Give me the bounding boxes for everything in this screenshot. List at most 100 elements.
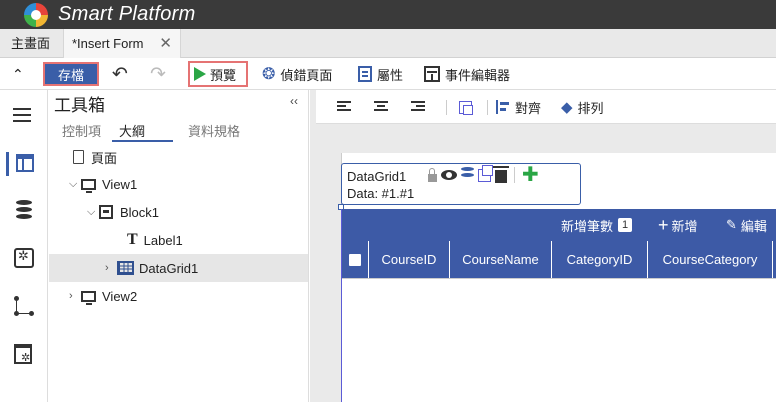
designer-toolbar: 對齊 ◆ 排列	[316, 90, 776, 124]
datagrid-header: 新增筆數 1 + 新增 ✎ 編輯	[342, 209, 776, 241]
plus-icon: +	[658, 214, 669, 235]
event-editor-button[interactable]: 事件編輯器	[424, 58, 510, 90]
play-icon	[194, 67, 206, 81]
preview-button[interactable]: 預覽	[188, 61, 248, 87]
datagrid-name: DataGrid1	[347, 169, 407, 184]
block-icon	[99, 205, 113, 219]
datagrid-body	[342, 278, 776, 402]
arrange-button[interactable]: ◆ 排列	[561, 90, 604, 124]
properties-icon	[358, 66, 372, 82]
app-title: Smart Platform	[58, 3, 196, 25]
workflow-icon[interactable]	[14, 296, 34, 316]
select-all-checkbox[interactable]	[342, 241, 369, 278]
add-count-badge[interactable]: 1	[618, 218, 633, 232]
copy-icon[interactable]	[459, 90, 473, 124]
divider	[487, 100, 488, 115]
page-icon	[73, 150, 84, 164]
add-count-control[interactable]: 新增筆數 1	[561, 209, 633, 241]
database-icon[interactable]	[461, 167, 474, 183]
tools-icon[interactable]	[14, 344, 32, 364]
tab-outline[interactable]: 大綱	[119, 121, 145, 140]
add-button[interactable]: + 新增	[658, 209, 698, 241]
tree-item-view2[interactable]: › View2	[49, 282, 308, 310]
tree-item-label: Block1	[120, 204, 160, 220]
edit-label: 編輯	[740, 218, 767, 234]
duplicate-icon[interactable]	[478, 164, 493, 182]
divider	[446, 100, 447, 115]
column-header-row: CourseID CourseName CategoryID CourseCat…	[342, 241, 776, 278]
toolbox-panel: 工具箱 ‹‹ 控制項 大綱 資料規格 頁面 ⌵ View1 ⌵ Block1 T…	[49, 90, 309, 402]
undo-icon[interactable]: ↶	[112, 58, 128, 90]
tree-item-page[interactable]: 頁面	[49, 143, 308, 171]
datagrid-data-source: Data: #1.#1	[347, 186, 415, 201]
tree-item-label: 頁面	[91, 150, 118, 166]
align-right-icon[interactable]	[411, 90, 425, 124]
save-button[interactable]: 存檔	[43, 62, 99, 86]
divider	[514, 167, 515, 183]
chevron-down-icon[interactable]: ⌵	[87, 206, 99, 219]
tree-item-label1[interactable]: T Label1	[49, 226, 308, 254]
datagrid-info-card[interactable]: DataGrid1 Data: #1.#1 ✚	[341, 163, 581, 205]
close-icon[interactable]: ✕	[159, 29, 172, 58]
tree-item-block1[interactable]: ⌵ Block1	[49, 198, 308, 226]
tab-insert-form[interactable]: *Insert Form ✕	[63, 29, 181, 58]
debug-page-label: 偵錯頁面	[280, 67, 333, 83]
view-icon	[81, 178, 96, 193]
add-icon[interactable]: ✚	[522, 165, 539, 185]
chevron-up-icon[interactable]: ⌃	[12, 58, 24, 90]
column-header[interactable]: CourseCategory	[648, 241, 773, 278]
align-icon	[496, 100, 510, 114]
view-icon	[81, 290, 96, 305]
debug-page-button[interactable]: ❂ 偵錯頁面	[262, 58, 332, 90]
layers-icon: ◆	[561, 99, 573, 116]
tab-insert-form-label: *Insert Form	[72, 36, 144, 51]
trash-icon[interactable]	[493, 166, 509, 183]
redo-icon[interactable]: ↷	[150, 58, 166, 90]
active-tab-indicator	[112, 140, 173, 142]
title-bar: Smart Platform	[0, 0, 776, 29]
database-icon[interactable]	[16, 200, 32, 220]
tree-item-view1[interactable]: ⌵ View1	[49, 170, 308, 198]
side-nav	[0, 90, 48, 402]
chevron-down-icon[interactable]: ⌵	[69, 178, 81, 191]
tab-data-spec[interactable]: 資料規格	[188, 121, 240, 140]
document-tab-bar: 主畫面 *Insert Form ✕	[0, 29, 776, 58]
tree-item-label: DataGrid1	[139, 260, 199, 276]
event-editor-icon	[424, 66, 440, 82]
bug-icon: ❂	[262, 66, 276, 83]
toolbox-title: 工具箱	[54, 96, 105, 115]
tree-item-datagrid1[interactable]: › DataGrid1	[49, 254, 308, 282]
align-label: 對齊	[515, 100, 542, 116]
tree-item-label: View1	[102, 176, 138, 192]
app-logo-icon	[24, 3, 48, 27]
lock-icon[interactable]	[428, 168, 437, 182]
settings-icon[interactable]	[14, 248, 34, 268]
datagrid-icon	[117, 261, 134, 275]
chevron-right-icon[interactable]: ›	[69, 290, 81, 302]
tab-controls[interactable]: 控制項	[62, 121, 101, 140]
event-editor-label: 事件編輯器	[445, 67, 511, 83]
pencil-icon: ✎	[726, 217, 737, 232]
collapse-panel-icon[interactable]: ‹‹	[290, 94, 298, 108]
eye-icon[interactable]	[441, 170, 457, 180]
align-button[interactable]: 對齊	[496, 90, 541, 124]
datagrid[interactable]: 新增筆數 1 + 新增 ✎ 編輯 CourseID CourseName Cat…	[341, 209, 776, 402]
add-label: 新增	[671, 218, 698, 234]
column-header[interactable]: CategoryID	[552, 241, 648, 278]
preview-label: 預覽	[210, 67, 237, 83]
datagrid-tools: ✚	[428, 164, 539, 185]
tab-home[interactable]: 主畫面	[3, 29, 58, 58]
column-header[interactable]: CourseID	[369, 241, 450, 278]
layout-icon[interactable]	[6, 152, 42, 176]
text-icon: T	[127, 231, 138, 248]
add-count-label: 新增筆數	[561, 218, 614, 234]
edit-button[interactable]: ✎ 編輯	[726, 209, 767, 241]
column-header[interactable]: CourseName	[450, 241, 552, 278]
align-center-icon[interactable]	[374, 90, 388, 124]
properties-button[interactable]: 屬性	[358, 58, 403, 90]
menu-icon[interactable]	[13, 104, 35, 126]
properties-label: 屬性	[377, 67, 404, 83]
align-left-icon[interactable]	[337, 90, 351, 124]
main-toolbar: ⌃ 存檔 ↶ ↷ 預覽 ❂ 偵錯頁面 屬性 事件編輯器	[0, 58, 776, 90]
chevron-right-icon[interactable]: ›	[105, 262, 117, 274]
